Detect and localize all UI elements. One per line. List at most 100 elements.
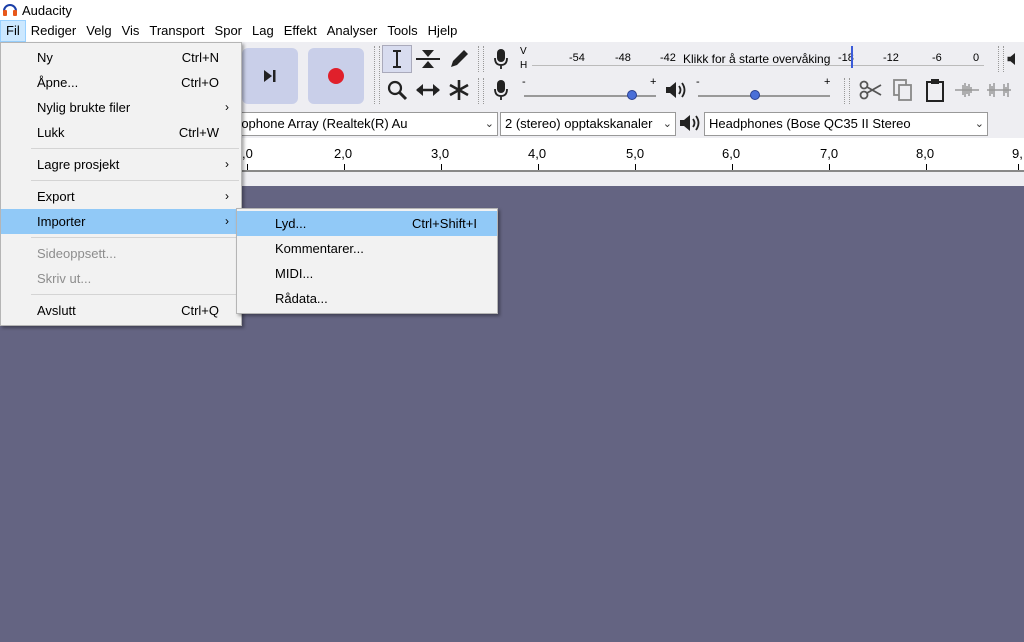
meter-tick: 0 [973,52,980,64]
record-slider-max: + [650,76,657,88]
ruler-tick [829,164,830,170]
ruler-tick-label: 6,0 [722,146,741,161]
meter-channel-h: H [520,60,528,71]
silence-audio-icon [987,83,1011,97]
menu-separator [31,237,239,238]
meter-monitor-prompt[interactable]: Klikk for å starte overvåking [683,52,830,66]
menu-separator [31,294,239,295]
menu-hjelp[interactable]: Hjelp [423,20,463,42]
cut-button[interactable] [856,76,886,104]
menu-analyser[interactable]: Analyser [322,20,383,42]
window-title: Audacity [22,2,72,18]
scissors-icon [859,80,882,100]
speaker-icon [1007,53,1015,65]
playmeter-grip[interactable] [998,46,1004,72]
menu-rediger[interactable]: Rediger [26,20,82,42]
playback-slider-max: + [824,76,831,88]
menu-item-import[interactable]: Importer › [1,209,241,234]
menu-separator [31,148,239,149]
recording-device-value: rophone Array (Realtek(R) Au [237,116,408,131]
menu-item-recent-files[interactable]: Nylig brukte filer › [1,95,241,120]
playback-volume-slider[interactable] [698,95,830,97]
chevron-down-icon: ⌄ [662,118,672,130]
edit-grip[interactable] [844,78,850,104]
clipboard-icon [926,79,944,102]
menu-item-import-midi[interactable]: MIDI... [237,261,497,286]
playback-device-icon [678,113,702,136]
record-volume-knob[interactable] [627,90,637,100]
playback-meter-button[interactable] [1006,45,1024,73]
playback-volume-knob[interactable] [750,90,760,100]
menu-separator [31,180,239,181]
playback-device-select[interactable]: Headphones (Bose QC35 II Stereo ⌄ [704,112,988,136]
mixer-grip[interactable] [478,78,484,104]
recording-channels-select[interactable]: 2 (stereo) opptakskanaler ⌄ [500,112,676,136]
menu-item-export[interactable]: Export › [1,184,241,209]
menu-item-import-audio[interactable]: Lyd... Ctrl+Shift+I [237,211,497,236]
file-menu: Ny Ctrl+N Åpne... Ctrl+O Nylig brukte fi… [0,42,242,326]
menu-tools[interactable]: Tools [382,20,422,42]
audacity-logo-icon [2,2,18,18]
i-beam-icon [393,50,401,68]
chevron-down-icon: ⌄ [484,118,494,130]
record-icon [328,68,344,84]
selection-tool-button[interactable] [382,45,412,73]
asterisk-icon [449,80,469,100]
submenu-arrow-icon: › [225,157,229,171]
menu-fil[interactable]: Fil [0,20,26,42]
menu-item-save-project[interactable]: Lagre prosjekt › [1,152,241,177]
paste-button[interactable] [920,76,950,104]
envelope-tool-button[interactable] [413,45,443,73]
menu-item-open[interactable]: Åpne... Ctrl+O [1,70,241,95]
draw-tool-button[interactable] [444,45,474,73]
submenu-arrow-icon: › [225,100,229,114]
menu-effekt[interactable]: Effekt [279,20,322,42]
trim-button[interactable] [952,76,982,104]
record-button[interactable] [308,48,364,104]
meter-grip[interactable] [478,46,484,72]
multi-tool-button[interactable] [444,76,474,104]
time-shift-tool-button[interactable] [413,76,443,104]
menu-lag[interactable]: Lag [247,20,279,42]
ruler-tick-label: 9, [1012,146,1023,161]
ruler-tick-label: 2,0 [334,146,353,161]
meter-tick: -42 [660,52,676,64]
meter-tick: -48 [615,52,631,64]
menu-spor[interactable]: Spor [210,20,247,42]
menu-vis[interactable]: Vis [117,20,145,42]
record-meter-button[interactable] [488,45,514,73]
ruler-tick-label: 3,0 [431,146,450,161]
skip-to-end-button[interactable] [242,48,298,104]
chevron-down-icon: ⌄ [974,118,984,130]
playback-device-value: Headphones (Bose QC35 II Stereo [709,116,911,131]
menu-item-import-labels[interactable]: Kommentarer... [237,236,497,261]
menu-item-close[interactable]: Lukk Ctrl+W [1,120,241,145]
microphone-icon [494,80,508,100]
microphone-icon [494,49,508,69]
copy-button[interactable] [888,76,918,104]
ruler-tick [926,164,927,170]
menu-item-import-raw[interactable]: Rådata... [237,286,497,311]
ruler-tick [732,164,733,170]
ruler-tick [635,164,636,170]
ruler-tick [344,164,345,170]
menu-item-exit[interactable]: Avslutt Ctrl+Q [1,298,241,323]
ruler-tick-label: 5,0 [626,146,645,161]
zoom-tool-button[interactable] [382,76,412,104]
menu-item-print[interactable]: Skriv ut... [1,266,241,291]
ruler-tick-label: 8,0 [916,146,935,161]
record-slider-min: - [522,76,526,88]
menu-transport[interactable]: Transport [144,20,209,42]
menu-item-new[interactable]: Ny Ctrl+N [1,45,241,70]
silence-button[interactable] [984,76,1014,104]
menu-velg[interactable]: Velg [81,20,116,42]
ruler-tick-label: 4,0 [528,146,547,161]
meter-tick: -12 [883,52,899,64]
speaker-icon [666,82,686,98]
menu-item-page-setup[interactable]: Sideoppsett... [1,241,241,266]
magnifier-icon [387,80,408,101]
recording-device-select[interactable]: rophone Array (Realtek(R) Au ⌄ [232,112,498,136]
meter-peak-marker [851,46,853,68]
toolbar-grip[interactable] [374,46,380,104]
ruler-tick [1018,164,1019,170]
